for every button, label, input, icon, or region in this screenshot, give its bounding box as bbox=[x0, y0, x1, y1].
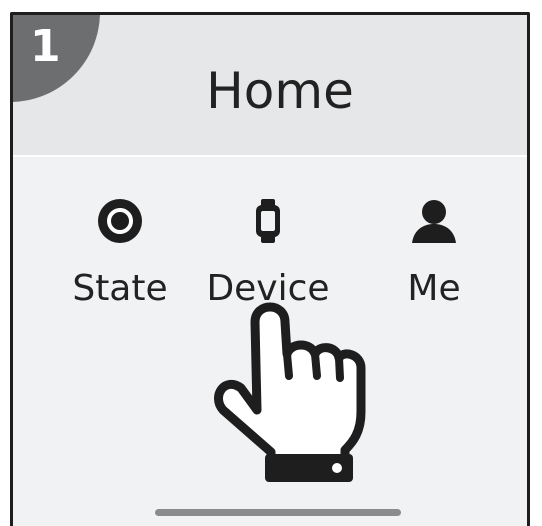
page-title: Home bbox=[206, 62, 354, 120]
watch-icon bbox=[256, 199, 280, 243]
tap-hand-icon bbox=[214, 302, 366, 482]
home-indicator[interactable] bbox=[155, 509, 401, 516]
tab-state-label: State bbox=[72, 268, 168, 309]
person-icon bbox=[412, 200, 456, 243]
tab-state[interactable]: State bbox=[45, 197, 195, 311]
state-circle-icon bbox=[98, 199, 142, 243]
app-header: 1 Home bbox=[13, 15, 527, 157]
